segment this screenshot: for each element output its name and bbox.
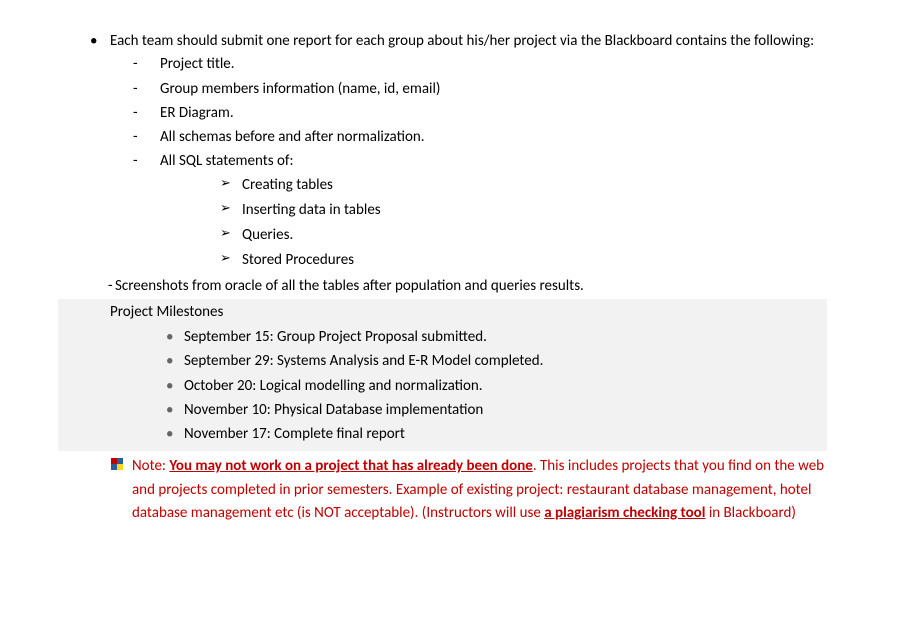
submission-list: Project title. Group members information… [120, 53, 827, 298]
submission-text: Screenshots from oracle of all the table… [115, 277, 584, 295]
note-flag-icon [110, 457, 126, 480]
submission-text: All schemas before and after normalizati… [160, 128, 425, 146]
sql-text: Stored Procedures [242, 251, 354, 269]
sql-item: Queries. [210, 224, 827, 247]
note-prefix: Note: [132, 457, 169, 475]
intro-text: Each team should submit one report for e… [110, 32, 814, 50]
submission-item: All SQL statements of: Creating tables I… [120, 150, 827, 272]
sql-item: Stored Procedures [210, 249, 827, 272]
note-emphasis-1: You may not work on a project that has a… [169, 457, 532, 475]
submission-text: ER Diagram. [160, 104, 234, 122]
milestone-text: September 29: Systems Analysis and E-R M… [184, 352, 543, 370]
milestone-text: October 20: Logical modelling and normal… [184, 377, 483, 395]
sql-text: Creating tables [242, 176, 333, 194]
milestone-text: September 15: Group Project Proposal sub… [184, 328, 487, 346]
document-body: Each team should submit one report for e… [80, 30, 827, 525]
milestone-item: October 20: Logical modelling and normal… [150, 375, 827, 398]
milestone-item: September 29: Systems Analysis and E-R M… [150, 350, 827, 373]
sql-text: Inserting data in tables [242, 201, 381, 219]
submission-item: ER Diagram. [120, 102, 827, 125]
submission-item: Group members information (name, id, ema… [120, 78, 827, 101]
milestones-title: Project Milestones [110, 301, 827, 324]
submission-text: Project title. [160, 55, 235, 73]
sql-text: Queries. [242, 226, 293, 244]
milestone-text: November 10: Physical Database implement… [184, 401, 483, 419]
sql-item: Inserting data in tables [210, 199, 827, 222]
milestone-list: September 15: Group Project Proposal sub… [150, 326, 827, 446]
milestone-section: Project Milestones September 15: Group P… [58, 299, 827, 452]
note-end: in Blackboard) [705, 504, 795, 522]
submission-text: Group members information (name, id, ema… [160, 80, 440, 98]
milestone-text: November 17: Complete final report [184, 425, 405, 443]
note-block: Note: You may not work on a project that… [110, 455, 827, 525]
submission-item: All schemas before and after normalizati… [120, 126, 827, 149]
milestone-item: November 10: Physical Database implement… [150, 399, 827, 422]
sql-item: Creating tables [210, 174, 827, 197]
milestone-item: November 17: Complete final report [150, 423, 827, 446]
submission-item: Screenshots from oracle of all the table… [95, 275, 827, 298]
milestone-item: September 15: Group Project Proposal sub… [150, 326, 827, 349]
note-emphasis-2: a plagiarism checking tool [544, 504, 705, 522]
submission-item: Project title. [120, 53, 827, 76]
submission-text: All SQL statements of: [160, 152, 294, 170]
sql-list: Creating tables Inserting data in tables… [210, 174, 827, 273]
intro-item: Each team should submit one report for e… [80, 30, 827, 525]
